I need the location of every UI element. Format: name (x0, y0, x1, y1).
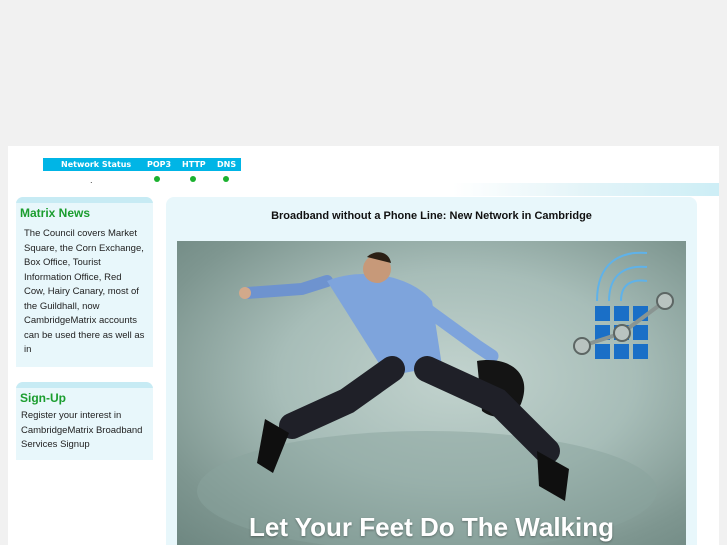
hero-caption: Let Your Feet Do The Walking (249, 512, 614, 542)
dns-label: DNS (217, 160, 237, 169)
pop3-label: POP3 (147, 160, 172, 169)
hero-illustration (197, 251, 674, 545)
http-status-indicator-icon (190, 176, 196, 182)
main-content: Broadband without a Phone Line: New Netw… (166, 197, 697, 545)
status-mark: . (90, 176, 93, 185)
network-status-bar: Network Status POP3 HTTP DNS (43, 158, 241, 171)
header-fade (275, 183, 719, 196)
signup-link[interactable]: Signup (60, 439, 90, 450)
headline: Broadband without a Phone Line: New Netw… (271, 210, 592, 222)
hero-banner[interactable]: Let Your Feet Do The Walking (177, 241, 686, 545)
matrix-news-card: Matrix News The Council covers Market Sq… (16, 197, 153, 367)
http-label: HTTP (182, 160, 206, 169)
signup-card: Sign-Up Register your interest in Cambri… (16, 382, 153, 460)
dns-status-indicator-icon (223, 176, 229, 182)
matrix-news-text: The Council covers Market Square, the Co… (24, 228, 145, 355)
network-grid-logo-icon (573, 251, 674, 359)
pop3-status-indicator-icon (154, 176, 160, 182)
matrix-news-title: Matrix News (20, 206, 91, 220)
signup-body: Register your interest in CambridgeMatri… (16, 405, 153, 453)
signup-title: Sign-Up (20, 391, 66, 405)
network-status-label: Network Status (61, 160, 132, 169)
